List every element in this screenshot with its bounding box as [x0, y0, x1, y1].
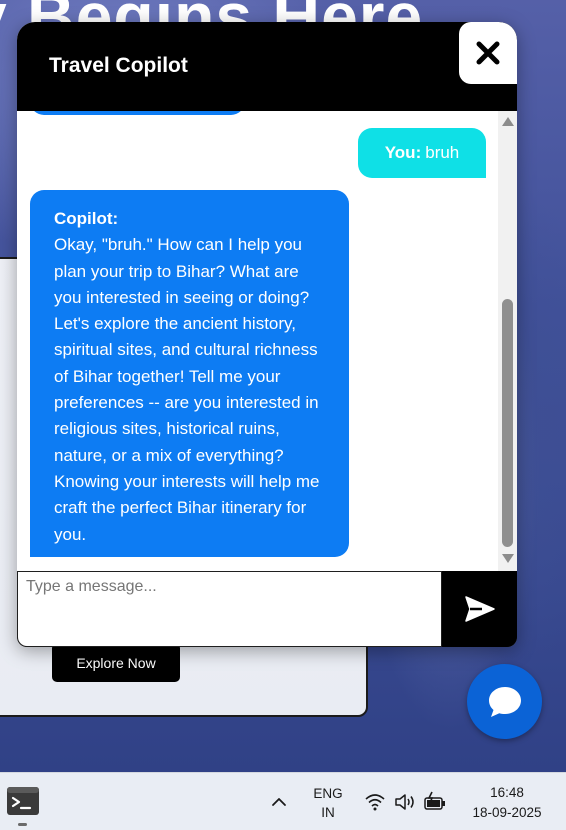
user-message-bubble: You: bruh: [358, 128, 486, 178]
region-code: IN: [321, 805, 335, 820]
chat-bubble-icon: [488, 686, 521, 717]
close-button[interactable]: [459, 22, 517, 84]
chat-window: Travel Copilot You: bruh Copilot: Okay, …: [17, 22, 517, 647]
chat-header: Travel Copilot: [17, 22, 517, 111]
clock-time: 16:48: [490, 785, 524, 800]
language-indicator[interactable]: ENG IN: [310, 784, 346, 822]
bot-message-text: Okay, "bruh." How can I help you plan yo…: [54, 235, 320, 544]
battery-charging-icon[interactable]: [423, 791, 447, 813]
open-chat-button[interactable]: [467, 664, 542, 739]
terminal-icon[interactable]: [6, 786, 40, 816]
send-button[interactable]: [442, 571, 517, 647]
close-icon: [476, 41, 500, 65]
explore-now-button[interactable]: Explore Now: [52, 643, 180, 682]
bot-message-sender: Copilot:: [54, 209, 119, 228]
user-message-sender: You:: [384, 143, 422, 162]
chat-scrollbar[interactable]: [498, 111, 517, 571]
user-message-text: bruh: [425, 143, 460, 162]
scroll-up-arrow-icon[interactable]: [502, 117, 514, 126]
chat-title: Travel Copilot: [49, 54, 188, 77]
chevron-up-icon[interactable]: [270, 793, 288, 811]
active-app-indicator: [18, 823, 27, 826]
taskbar: ENG IN 16:48 18-09-2025: [0, 772, 566, 830]
bot-message-bubble: Copilot: Okay, "bruh." How can I help yo…: [30, 190, 349, 557]
chat-messages[interactable]: You: bruh Copilot: Okay, "bruh." How can…: [17, 111, 517, 571]
message-input[interactable]: [17, 571, 442, 647]
wifi-icon[interactable]: [364, 792, 386, 812]
scrollbar-thumb[interactable]: [502, 299, 513, 547]
send-icon: [464, 596, 495, 622]
volume-icon[interactable]: [394, 792, 416, 812]
clock-date: 18-09-2025: [472, 805, 542, 820]
scroll-down-arrow-icon[interactable]: [502, 554, 514, 563]
previous-message-bubble: [30, 111, 245, 115]
language-code: ENG: [313, 786, 343, 801]
chat-input-bar: [17, 571, 517, 647]
system-clock[interactable]: 16:48 18-09-2025: [457, 783, 557, 823]
